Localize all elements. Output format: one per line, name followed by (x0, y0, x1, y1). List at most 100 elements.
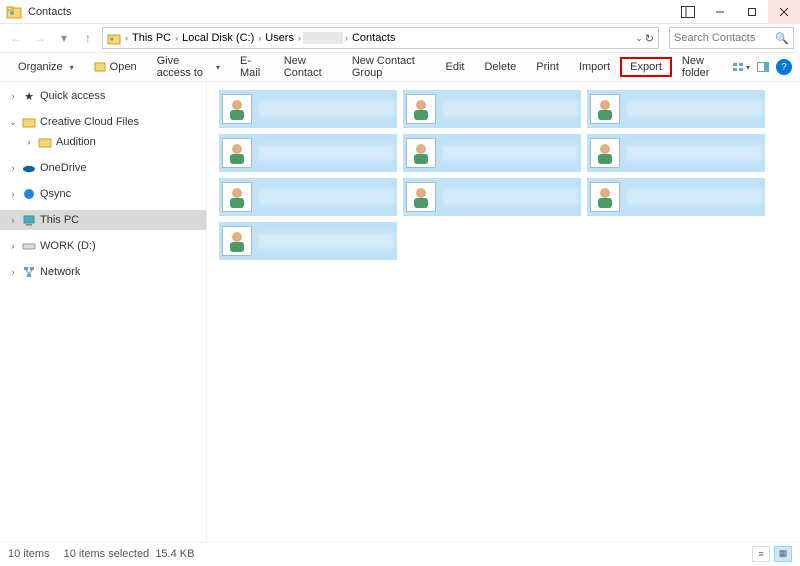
contact-avatar-icon (222, 226, 252, 256)
contact-tile[interactable] (219, 178, 397, 216)
contact-tile[interactable] (219, 222, 397, 260)
contact-name-blurred (258, 145, 394, 161)
contact-avatar-icon (406, 182, 436, 212)
email-button[interactable]: E-Mail (230, 51, 274, 83)
contacts-tiles (219, 90, 800, 260)
nav-onedrive[interactable]: ›OneDrive (0, 158, 206, 178)
breadcrumb-bar[interactable]: › This PC › Local Disk (C:) › Users › › … (102, 27, 659, 49)
chevron-right-icon[interactable]: › (173, 33, 180, 43)
refresh-button[interactable]: ↻ (645, 32, 654, 45)
close-button[interactable] (768, 0, 800, 24)
status-item-count: 10 items (8, 548, 50, 560)
contact-avatar-icon (590, 94, 620, 124)
back-button[interactable]: ← (6, 28, 26, 48)
network-icon (22, 265, 36, 279)
address-bar: ← → ▾ ↑ › This PC › Local Disk (C:) › Us… (0, 24, 800, 52)
navigation-pane: ›★Quick access ⌄Creative Cloud Files ›Au… (0, 82, 207, 542)
contact-name-blurred (442, 101, 578, 117)
maximize-button[interactable] (736, 0, 768, 24)
contact-name-blurred (626, 189, 762, 205)
contact-avatar-icon (590, 182, 620, 212)
organize-button[interactable]: Organize (8, 57, 84, 77)
nav-audition[interactable]: ›Audition (0, 132, 206, 152)
folder-icon (22, 115, 36, 129)
nav-quick-access[interactable]: ›★Quick access (0, 86, 206, 106)
ribbon-toggle-button[interactable] (676, 0, 700, 24)
breadcrumb-users[interactable]: Users (263, 32, 296, 44)
print-button[interactable]: Print (526, 57, 569, 77)
search-input[interactable] (674, 32, 775, 44)
main-split: ›★Quick access ⌄Creative Cloud Files ›Au… (0, 82, 800, 542)
preview-pane-button[interactable] (754, 58, 772, 76)
chevron-right-icon[interactable]: › (256, 33, 263, 43)
nav-creative-cloud[interactable]: ⌄Creative Cloud Files (0, 112, 206, 132)
contact-tile[interactable] (219, 134, 397, 172)
new-contact-button[interactable]: New Contact (274, 51, 342, 83)
import-button[interactable]: Import (569, 57, 620, 77)
contact-name-blurred (626, 145, 762, 161)
contact-tile[interactable] (587, 90, 765, 128)
status-selected-count: 10 items selected 15.4 KB (64, 548, 195, 560)
contact-name-blurred (442, 145, 578, 161)
contact-avatar-icon (222, 138, 252, 168)
up-button[interactable]: ↑ (78, 28, 98, 48)
minimize-button[interactable] (704, 0, 736, 24)
breadcrumb-local-disk[interactable]: Local Disk (C:) (180, 32, 256, 44)
contact-name-blurred (442, 189, 578, 205)
open-button[interactable]: Open (84, 56, 147, 79)
chevron-right-icon[interactable]: › (343, 33, 350, 43)
window-controls (704, 0, 800, 24)
command-bar: Organize Open Give access to E-Mail New … (0, 52, 800, 82)
breadcrumb-this-pc[interactable]: This PC (130, 32, 173, 44)
previous-locations-button[interactable]: ⌄ (635, 33, 643, 44)
nav-work-d[interactable]: ›WORK (D:) (0, 236, 206, 256)
new-folder-button[interactable]: New folder (672, 51, 732, 83)
export-button[interactable]: Export (620, 57, 672, 77)
drive-icon (22, 239, 36, 253)
help-button[interactable]: ? (776, 59, 792, 75)
chevron-right-icon[interactable]: › (123, 33, 130, 43)
contact-name-blurred (258, 189, 394, 205)
contact-tile[interactable] (587, 178, 765, 216)
contact-tile[interactable] (219, 90, 397, 128)
nav-network[interactable]: ›Network (0, 262, 206, 282)
open-icon (94, 60, 106, 75)
folder-icon (38, 135, 52, 149)
contact-avatar-icon (222, 182, 252, 212)
details-view-button[interactable]: ≡ (752, 546, 770, 562)
breadcrumb-contacts[interactable]: Contacts (350, 32, 397, 44)
contact-tile[interactable] (403, 178, 581, 216)
star-icon: ★ (22, 89, 36, 103)
contacts-folder-icon (6, 4, 22, 20)
contact-name-blurred (626, 101, 762, 117)
contact-avatar-icon (590, 138, 620, 168)
contact-avatar-icon (222, 94, 252, 124)
contact-avatar-icon (406, 138, 436, 168)
contact-tile[interactable] (587, 134, 765, 172)
give-access-button[interactable]: Give access to (147, 51, 230, 83)
breadcrumb-user-blurred[interactable] (303, 32, 343, 44)
contacts-folder-icon (107, 31, 121, 45)
onedrive-icon (22, 161, 36, 175)
recent-locations-button[interactable]: ▾ (54, 28, 74, 48)
new-contact-group-button[interactable]: New Contact Group (342, 51, 436, 83)
tiles-view-button[interactable]: ▦ (774, 546, 792, 562)
contact-tile[interactable] (403, 90, 581, 128)
nav-qsync[interactable]: ›Qsync (0, 184, 206, 204)
contact-name-blurred (258, 101, 394, 117)
forward-button[interactable]: → (30, 28, 50, 48)
delete-button[interactable]: Delete (475, 57, 527, 77)
pc-icon (22, 213, 36, 227)
chevron-right-icon[interactable]: › (296, 33, 303, 43)
qsync-icon (22, 187, 36, 201)
contact-avatar-icon (406, 94, 436, 124)
contact-tile[interactable] (403, 134, 581, 172)
search-icon[interactable]: 🔍 (775, 32, 789, 45)
content-pane[interactable] (207, 82, 800, 542)
nav-this-pc[interactable]: ›This PC (0, 210, 206, 230)
search-box[interactable]: 🔍 (669, 27, 794, 49)
change-view-button[interactable] (732, 58, 750, 76)
status-bar: 10 items 10 items selected 15.4 KB ≡ ▦ (0, 542, 800, 564)
title-bar: Contacts (0, 0, 800, 24)
edit-button[interactable]: Edit (436, 57, 475, 77)
